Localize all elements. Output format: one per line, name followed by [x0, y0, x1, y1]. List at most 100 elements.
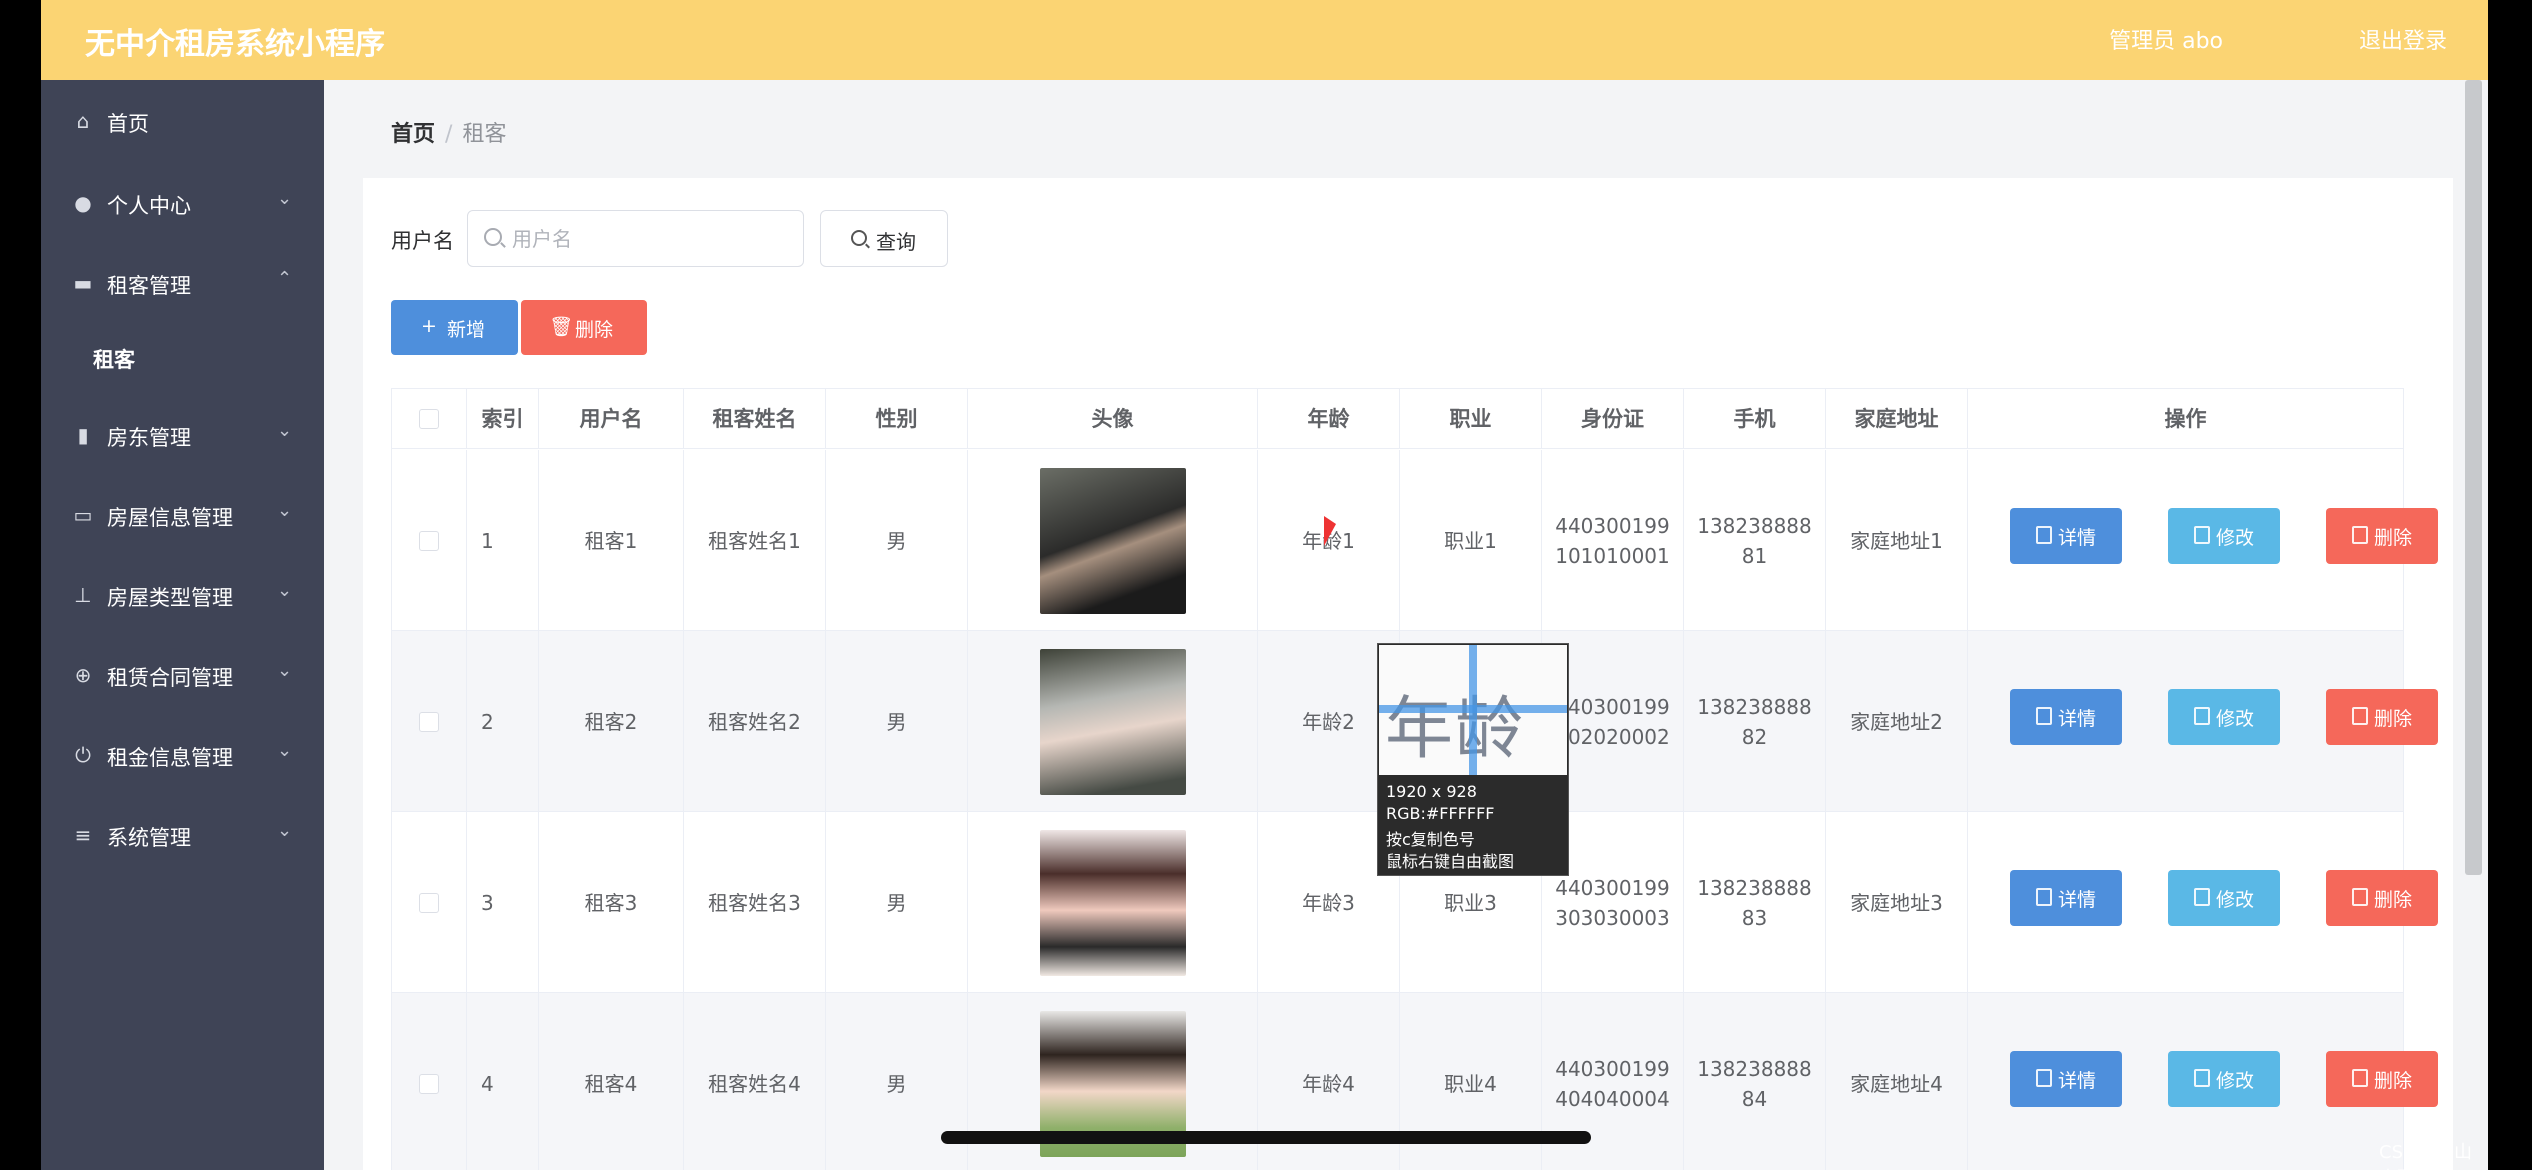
sidebar-item-rent-info-management[interactable]: ⏻ 租金信息管理 ⌄ [41, 726, 324, 786]
add-button-label: 新增 [447, 319, 486, 341]
admin-user-label: 管理员 abo [2109, 29, 2223, 54]
sidebar-subitem-tenant[interactable]: 租客 [93, 344, 135, 374]
detail-button-label: 详情 [2058, 527, 2097, 549]
row-select-cell [392, 631, 467, 812]
cell-gender: 男 [826, 631, 968, 812]
edit-icon [2194, 526, 2210, 544]
sidebar-item-label: 房东管理 [107, 426, 191, 450]
trash-icon [2352, 526, 2368, 544]
id-card-line-1: 440300199 [1555, 1056, 1670, 1081]
delete-button[interactable]: 删除 [2326, 508, 2438, 564]
phone-line-2: 81 [1741, 543, 1768, 568]
cell-phone: 138238888 81 [1684, 450, 1826, 631]
cell-tenant-name: 租客姓名1 [684, 450, 826, 631]
cell-avatar [968, 450, 1258, 631]
picker-hint-screenshot: 鼠标右键自由截图 [1386, 852, 1515, 871]
edit-icon [2194, 888, 2210, 906]
header-index: 索引 [467, 389, 539, 449]
trash-icon [2352, 888, 2368, 906]
phone-line-1: 138238888 [1697, 694, 1812, 719]
picker-size: 1920 x 928 [1386, 782, 1477, 801]
page-scrollbar[interactable] [2465, 80, 2482, 875]
search-input[interactable] [512, 223, 792, 255]
app-title: 无中介租房系统小程序 [85, 27, 385, 62]
cell-gender: 男 [826, 812, 968, 993]
add-button[interactable]: + 新增 [391, 300, 518, 355]
delete-button[interactable]: 删除 [2326, 1051, 2438, 1107]
edit-button[interactable]: 修改 [2168, 689, 2280, 745]
cell-tenant-name: 租客姓名4 [684, 993, 826, 1170]
sidebar-item-label: 系统管理 [107, 826, 191, 850]
color-picker-overlay: 年龄 1920 x 928 RGB:#FFFFFF 按c复制色号 鼠标右键自由截… [1377, 643, 1569, 876]
row-checkbox[interactable] [419, 1073, 439, 1094]
phone-line-2: 83 [1741, 905, 1768, 930]
trash-icon [2352, 1069, 2368, 1087]
cell-tenant-name: 租客姓名2 [684, 631, 826, 812]
id-card-line-2: 404040004 [1555, 1086, 1670, 1111]
sidebar-item-label: 租金信息管理 [107, 746, 233, 770]
sidebar-item-system-management[interactable]: ≡ 系统管理 ⌄ [41, 806, 324, 866]
search-label: 用户名 [391, 229, 454, 253]
sidebar: ⌂ 首页 ● 个人中心 ⌄ ▬ 租客管理 ⌃ 租客 ▮ 房东管理 ⌄ ▭ 房屋信… [41, 80, 324, 1170]
plus-icon: + [421, 315, 437, 337]
row-checkbox[interactable] [419, 711, 439, 732]
app-window: 无中介租房系统小程序 管理员 abo 退出登录 ⌂ 首页 ● 个人中心 ⌄ ▬ … [41, 0, 2488, 1170]
sidebar-item-house-info-management[interactable]: ▭ 房屋信息管理 ⌄ [41, 486, 324, 546]
document-icon [2036, 707, 2052, 725]
sidebar-item-label: 租赁合同管理 [107, 666, 233, 690]
logout-link[interactable]: 退出登录 [2359, 23, 2447, 55]
id-card-line-2: 101010001 [1555, 543, 1670, 568]
sidebar-item-landlord-management[interactable]: ▮ 房东管理 ⌄ [41, 406, 324, 466]
menu-icon: ≡ [74, 823, 92, 847]
header-actions: 操作 [1968, 389, 2403, 449]
select-all-checkbox[interactable] [419, 408, 439, 429]
detail-button-label: 详情 [2058, 1070, 2097, 1092]
row-checkbox[interactable] [419, 530, 439, 551]
watermark: CSDN @山山而川粤 [2379, 1142, 2473, 1170]
home-indicator[interactable] [941, 1131, 1591, 1144]
card-icon: ▭ [73, 503, 93, 527]
avatar-image [1039, 648, 1186, 795]
cell-username: 租客3 [539, 812, 684, 993]
edit-button[interactable]: 修改 [2168, 1051, 2280, 1107]
cell-address: 家庭地址4 [1826, 993, 1968, 1170]
sidebar-item-tenant-management[interactable]: ▬ 租客管理 ⌃ [41, 254, 324, 314]
cell-index: 4 [467, 993, 539, 1170]
query-button[interactable]: 查询 [820, 210, 948, 267]
edit-button[interactable]: 修改 [2168, 870, 2280, 926]
cell-phone: 138238888 82 [1684, 631, 1826, 812]
sidebar-item-personal-center[interactable]: ● 个人中心 ⌄ [41, 174, 324, 234]
avatar-image [1039, 467, 1186, 614]
cell-id-card: 440300199 101010001 [1542, 450, 1684, 631]
cell-username: 租客4 [539, 993, 684, 1170]
cell-avatar [968, 812, 1258, 993]
row-checkbox[interactable] [419, 892, 439, 913]
detail-button[interactable]: 详情 [2010, 508, 2122, 564]
sidebar-item-label: 房屋类型管理 [107, 586, 233, 610]
detail-button[interactable]: 详情 [2010, 870, 2122, 926]
bulk-delete-button[interactable]: 🗑 删除 [521, 300, 647, 355]
edit-button[interactable]: 修改 [2168, 508, 2280, 564]
delete-button[interactable]: 删除 [2326, 870, 2438, 926]
chevron-down-icon: ⌄ [277, 580, 293, 601]
chevron-down-icon: ⌄ [277, 420, 293, 441]
sidebar-item-lease-contract-management[interactable]: ⊕ 租赁合同管理 ⌄ [41, 646, 324, 706]
stamp-icon: ⊥ [74, 583, 92, 607]
breadcrumb-home[interactable]: 首页 [391, 122, 435, 147]
cell-index: 2 [467, 631, 539, 812]
search-field[interactable] [467, 210, 804, 267]
detail-button[interactable]: 详情 [2010, 1051, 2122, 1107]
id-card-line-2: 303030003 [1555, 905, 1670, 930]
sidebar-item-house-type-management[interactable]: ⊥ 房屋类型管理 ⌄ [41, 566, 324, 626]
search-icon [484, 228, 502, 246]
header-gender: 性别 [826, 389, 968, 449]
monitor-icon: ▬ [73, 271, 93, 295]
chevron-down-icon: ⌄ [277, 188, 293, 209]
detail-button[interactable]: 详情 [2010, 689, 2122, 745]
delete-button[interactable]: 删除 [2326, 689, 2438, 745]
header-tenant-name: 租客姓名 [684, 389, 826, 449]
phone-line-1: 138238888 [1697, 875, 1812, 900]
sidebar-item-home[interactable]: ⌂ 首页 [41, 92, 324, 152]
id-card-line-1: 440300199 [1555, 875, 1670, 900]
select-all-header [392, 389, 467, 449]
